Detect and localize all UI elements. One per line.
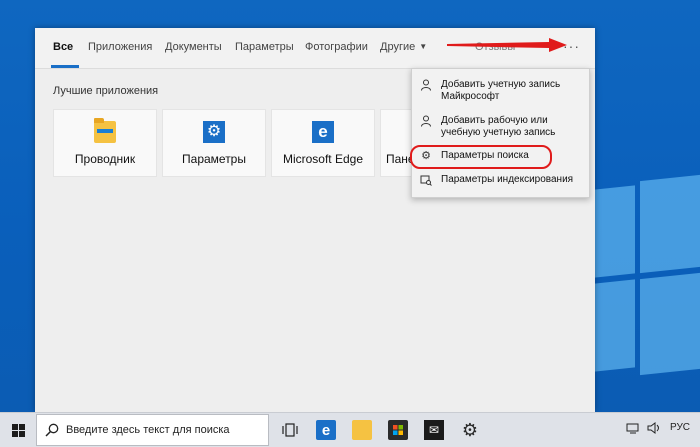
- search-icon: [45, 423, 59, 437]
- volume-icon[interactable]: [647, 422, 661, 437]
- menu-item-add-microsoft-account[interactable]: Добавить учетную запись Майкрософт: [412, 75, 589, 107]
- person-icon: [420, 115, 432, 127]
- menu-item-add-work-account[interactable]: Добавить рабочую или учебную учетную зап…: [412, 111, 589, 139]
- menu-item-indexing-settings[interactable]: Параметры индексирования: [412, 171, 589, 189]
- edge-icon[interactable]: e: [316, 420, 336, 440]
- person-icon: [420, 79, 432, 91]
- best-apps-heading: Лучшие приложения: [53, 85, 159, 97]
- taskbar-search-box[interactable]: Введите здесь текст для поиска: [36, 414, 269, 446]
- windows-logo-icon: [11, 423, 25, 437]
- app-tile-label: Microsoft Edge: [282, 152, 364, 166]
- language-indicator[interactable]: РУС: [670, 422, 690, 433]
- app-tile-edge[interactable]: e Microsoft Edge: [271, 109, 375, 177]
- taskbar: Введите здесь текст для поиска e ✉ ⚙ РУС: [0, 412, 700, 447]
- file-explorer-icon[interactable]: [352, 420, 372, 440]
- app-tile-label: Проводник: [74, 152, 136, 166]
- search-settings-highlight: [410, 145, 552, 169]
- tab-other[interactable]: Другие ▼: [380, 41, 427, 53]
- tab-documents[interactable]: Документы: [165, 41, 222, 53]
- tab-photos[interactable]: Фотографии: [305, 41, 368, 53]
- search-placeholder: Введите здесь текст для поиска: [66, 424, 230, 436]
- red-arrow-annotation: [447, 38, 567, 52]
- edge-icon: e: [312, 121, 334, 143]
- menu-item-label: Параметры индексирования: [441, 174, 574, 185]
- file-explorer-icon: [94, 118, 116, 143]
- active-tab-indicator: [51, 65, 79, 68]
- tab-other-label: Другие: [380, 41, 416, 53]
- app-tile-settings[interactable]: ⚙ Параметры: [162, 109, 266, 177]
- settings-gear-icon: ⚙: [203, 121, 225, 143]
- app-tile-label: Параметры: [182, 152, 246, 166]
- more-options-menu: Добавить учетную запись Майкрософт Добав…: [411, 68, 590, 198]
- menu-item-label: Добавить учетную запись Майкрософт: [441, 79, 561, 102]
- tab-apps[interactable]: Приложения: [88, 41, 152, 53]
- indexing-icon: [420, 174, 432, 186]
- tab-settings[interactable]: Параметры: [235, 41, 294, 53]
- app-tile-explorer[interactable]: Проводник: [53, 109, 157, 177]
- mail-icon[interactable]: ✉: [424, 420, 444, 440]
- network-icon[interactable]: [626, 422, 640, 437]
- settings-icon[interactable]: ⚙: [460, 420, 480, 440]
- store-icon[interactable]: [388, 420, 408, 440]
- chevron-down-icon: ▼: [419, 42, 428, 51]
- menu-item-label: Добавить рабочую или учебную учетную зап…: [441, 115, 556, 138]
- start-button[interactable]: [0, 413, 36, 447]
- task-view-icon[interactable]: [280, 420, 300, 440]
- tab-all[interactable]: Все: [53, 41, 73, 53]
- windows-wallpaper-logo: [585, 170, 700, 400]
